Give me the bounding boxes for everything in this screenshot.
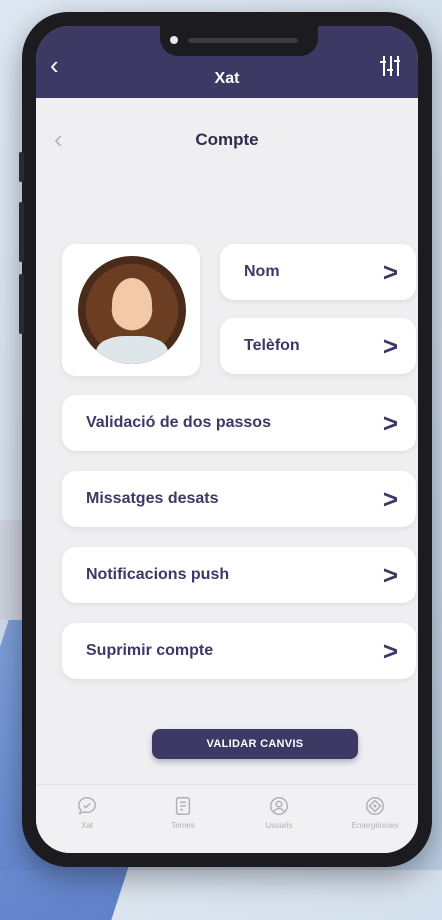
tab-emergencies-label: Emergències [351,821,399,830]
app-bar-title: Xat [214,70,240,87]
saved-messages-label: Missatges desats [86,490,219,507]
chevron-right-icon: > [382,560,398,590]
tab-bar: Xat Temes Usuaris Emergències [36,784,418,853]
tab-topics-label: Temes [171,821,195,830]
tab-users[interactable]: Usuaris [244,795,314,830]
saved-messages-row[interactable]: Missatges desats > [62,471,416,527]
chevron-right-icon: > [382,257,398,287]
chevron-right-icon: > [382,484,398,514]
name-label: Nom [244,263,280,280]
validate-changes-button[interactable]: VALIDAR CANVIS [152,729,358,759]
camera-icon [170,36,178,44]
app-bar: ‹ Xat [36,26,418,98]
tab-emergencies[interactable]: Emergències [340,795,410,830]
volume-down-button [19,274,24,334]
chevron-right-icon: > [382,408,398,438]
camera-notch [160,26,318,56]
tab-topics[interactable]: Temes [148,795,218,830]
phone-label: Telèfon [244,337,300,354]
delete-account-label: Suprimir compte [86,642,214,659]
two-step-validation-row[interactable]: Validació de dos passos > [62,395,416,451]
avatar-card[interactable] [62,244,200,376]
name-row[interactable]: Nom > [220,244,416,300]
chevron-right-icon: > [382,331,398,361]
chat-icon [78,797,96,815]
two-step-validation-label: Validació de dos passos [86,414,271,431]
sliders-icon[interactable] [380,56,402,76]
document-icon [175,797,191,815]
chevron-right-icon: > [382,636,398,666]
avatar-shoulders [96,336,168,364]
speaker-grille [188,38,298,43]
user-icon [270,797,288,815]
delete-account-row[interactable]: Suprimir compte > [62,623,416,679]
phone-screen: ‹ Xat ‹ Compte Nom > Telèfon > Validació… [36,26,418,853]
page-title: Compte [195,130,259,149]
emergency-icon [366,797,384,815]
tab-users-label: Usuaris [265,821,293,830]
mute-switch [19,152,24,182]
push-notifications-label: Notificacions push [86,566,230,583]
avatar[interactable] [78,256,186,364]
volume-up-button [19,202,24,262]
push-notifications-row[interactable]: Notificacions push > [62,547,416,603]
phone-row[interactable]: Telèfon > [220,318,416,374]
phone-frame: ‹ Xat ‹ Compte Nom > Telèfon > Validació… [19,12,432,867]
tab-chat-label: Xat [80,821,93,830]
tab-chat[interactable]: Xat [52,795,122,830]
avatar-face [112,278,152,330]
